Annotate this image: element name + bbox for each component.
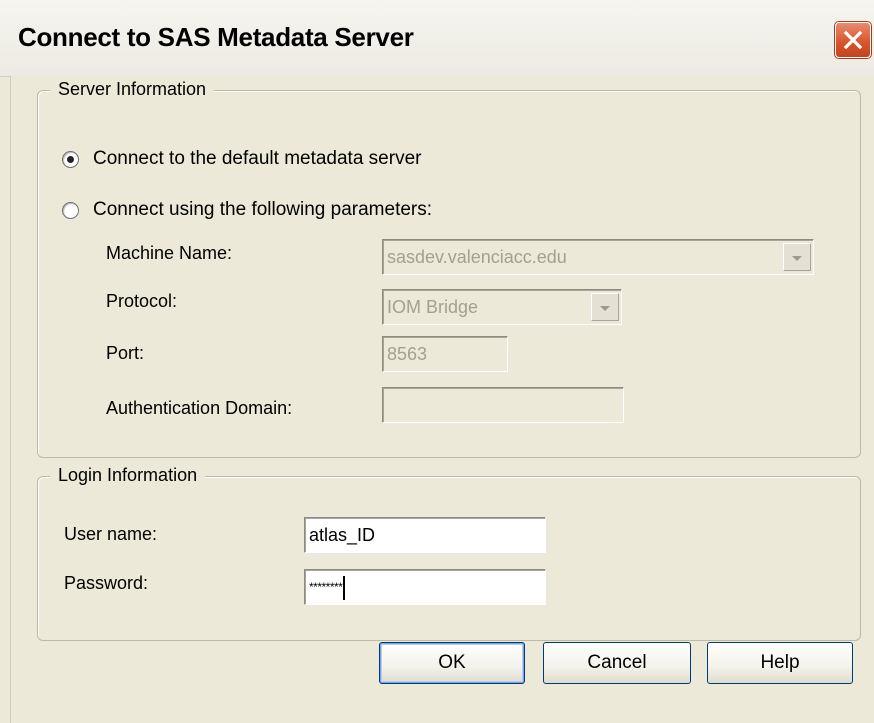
username-value: atlas_ID xyxy=(309,525,376,545)
protocol-dropdown-button xyxy=(591,293,619,321)
radio-default-server[interactable]: Connect to the default metadata server xyxy=(62,148,421,170)
radio-button-checked[interactable] xyxy=(62,150,79,168)
protocol-value: IOM Bridge xyxy=(387,297,479,317)
password-label: Password: xyxy=(64,573,149,593)
radio-default-label: Connect to the default metadata server xyxy=(93,148,422,169)
protocol-combobox: IOM Bridge xyxy=(382,289,622,325)
protocol-label: Protocol: xyxy=(106,291,178,311)
server-information-legend: Server Information xyxy=(50,79,215,100)
help-button[interactable]: Help xyxy=(707,642,853,684)
login-information-group: Login Information User name: atlas_ID Pa… xyxy=(37,465,861,641)
dialog-body: Server Information Connect to the defaul… xyxy=(10,76,874,723)
authentication-domain-input xyxy=(382,387,624,423)
port-label: Port: xyxy=(106,343,145,363)
radio-custom-parameters[interactable]: Connect using the following parameters: xyxy=(62,199,432,221)
login-information-legend: Login Information xyxy=(50,465,206,486)
machine-name-dropdown-button xyxy=(783,243,811,271)
machine-name-combobox: sasdev.valenciacc.edu xyxy=(382,239,814,275)
radio-params-label: Connect using the following parameters: xyxy=(93,199,433,220)
authentication-domain-label: Authentication Domain: xyxy=(106,398,293,418)
window-title: Connect to SAS Metadata Server xyxy=(18,22,414,52)
username-label: User name: xyxy=(64,524,158,544)
chevron-down-icon xyxy=(791,240,803,274)
machine-name-value: sasdev.valenciacc.edu xyxy=(387,247,567,267)
port-input: 8563 xyxy=(382,336,508,372)
password-value: ******** xyxy=(309,580,343,594)
server-information-group: Server Information Connect to the defaul… xyxy=(37,79,861,458)
ok-button[interactable]: OK xyxy=(379,642,525,684)
username-input[interactable]: atlas_ID xyxy=(304,517,546,553)
port-value: 8563 xyxy=(387,344,428,364)
radio-button-unchecked[interactable] xyxy=(62,201,79,219)
close-button[interactable] xyxy=(835,22,871,58)
text-cursor xyxy=(343,576,346,601)
password-input[interactable]: ******** xyxy=(304,569,546,605)
close-icon xyxy=(842,29,864,51)
chevron-down-icon xyxy=(599,290,611,324)
machine-name-label: Machine Name: xyxy=(106,243,233,263)
cancel-button[interactable]: Cancel xyxy=(543,642,691,684)
title-bar: Connect to SAS Metadata Server xyxy=(0,0,874,77)
